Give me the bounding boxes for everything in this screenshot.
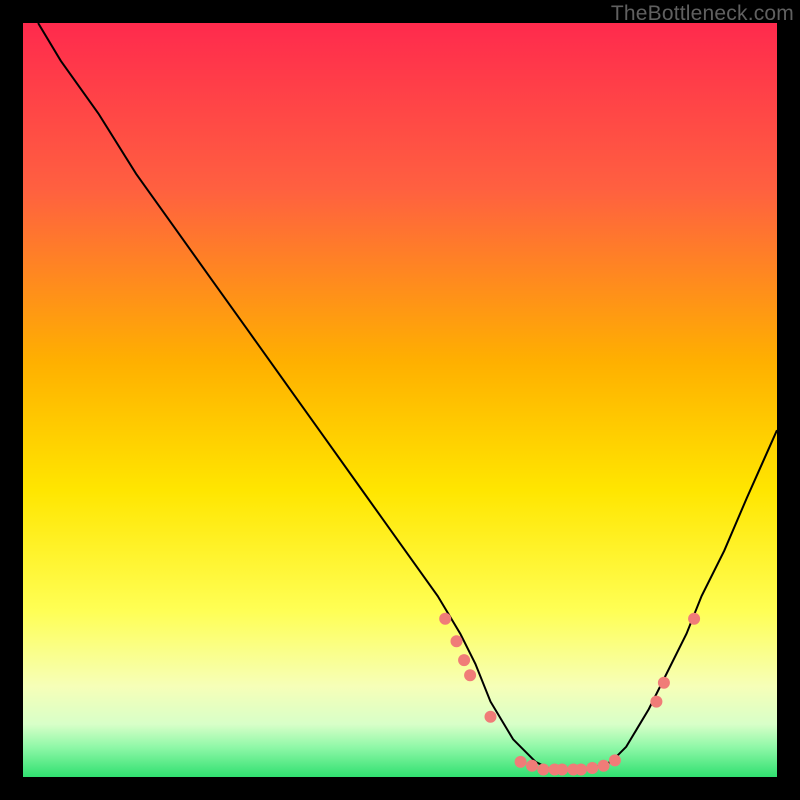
data-point-marker (556, 764, 568, 776)
attribution-text: TheBottleneck.com (611, 2, 794, 26)
data-point-marker (658, 677, 670, 689)
chart-svg (23, 23, 777, 777)
chart-frame (23, 23, 777, 777)
data-point-marker (688, 613, 700, 625)
data-point-marker (575, 764, 587, 776)
data-point-marker (464, 669, 476, 681)
data-point-marker (537, 764, 549, 776)
data-point-marker (485, 711, 497, 723)
data-point-marker (586, 762, 598, 774)
data-point-marker (439, 613, 451, 625)
data-point-marker (598, 760, 610, 772)
data-point-marker (515, 756, 527, 768)
data-point-marker (451, 635, 463, 647)
gradient-background (23, 23, 777, 777)
data-point-marker (609, 754, 621, 766)
data-point-marker (458, 654, 470, 666)
data-point-marker (526, 760, 538, 772)
data-point-marker (650, 696, 662, 708)
